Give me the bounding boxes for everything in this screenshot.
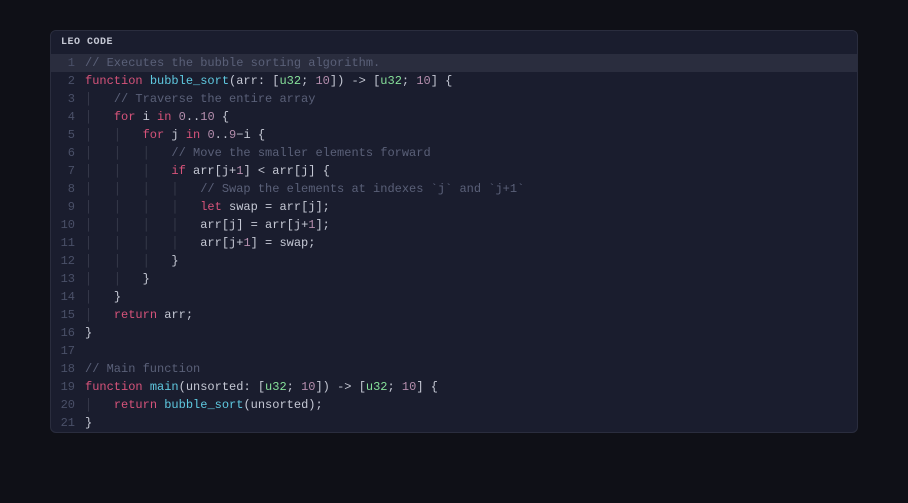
comment: // Swap the elements at indexes `j` and … xyxy=(200,182,524,196)
line-number: 1 xyxy=(51,54,85,72)
line-number: 18 xyxy=(51,360,85,378)
function-name: bubble_sort xyxy=(150,74,229,88)
type: u32 xyxy=(279,74,301,88)
line-number: 2 xyxy=(51,72,85,90)
comment: // Executes the bubble sorting algorithm… xyxy=(85,56,380,70)
code-line: 14 │ } xyxy=(51,288,857,306)
line-number: 4 xyxy=(51,108,85,126)
line-number: 11 xyxy=(51,234,85,252)
line-number: 16 xyxy=(51,324,85,342)
line-number: 5 xyxy=(51,126,85,144)
code-block: 1 // Executes the bubble sorting algorit… xyxy=(51,54,857,432)
line-number: 3 xyxy=(51,90,85,108)
code-line: 11 │ │ │ │ arr[j+1] = swap; xyxy=(51,234,857,252)
code-line: 3 │ // Traverse the entire array xyxy=(51,90,857,108)
comment: // Move the smaller elements forward xyxy=(171,146,430,160)
line-number: 13 xyxy=(51,270,85,288)
code-line: 19 function main(unsorted: [u32; 10]) ->… xyxy=(51,378,857,396)
line-number: 17 xyxy=(51,342,85,360)
line-number: 21 xyxy=(51,414,85,432)
code-line: 20 │ return bubble_sort(unsorted); xyxy=(51,396,857,414)
code-line: 16 } xyxy=(51,324,857,342)
line-number: 9 xyxy=(51,198,85,216)
code-line: 6 │ │ │ // Move the smaller elements for… xyxy=(51,144,857,162)
comment: // Main function xyxy=(85,362,200,376)
line-number: 8 xyxy=(51,180,85,198)
line-number: 15 xyxy=(51,306,85,324)
line-number: 19 xyxy=(51,378,85,396)
code-line: 10 │ │ │ │ arr[j] = arr[j+1]; xyxy=(51,216,857,234)
line-number: 14 xyxy=(51,288,85,306)
comment: // Traverse the entire array xyxy=(114,92,316,106)
code-line: 8 │ │ │ │ // Swap the elements at indexe… xyxy=(51,180,857,198)
code-line: 2 function bubble_sort(arr: [u32; 10]) -… xyxy=(51,72,857,90)
line-number: 12 xyxy=(51,252,85,270)
code-panel: LEO CODE 1 // Executes the bubble sortin… xyxy=(50,30,858,433)
function-name: main xyxy=(150,380,179,394)
code-line: 5 │ │ for j in 0..9−i { xyxy=(51,126,857,144)
code-line: 4 │ for i in 0..10 { xyxy=(51,108,857,126)
line-number: 20 xyxy=(51,396,85,414)
code-line: 13 │ │ } xyxy=(51,270,857,288)
panel-title: LEO CODE xyxy=(51,31,857,54)
code-line: 18 // Main function xyxy=(51,360,857,378)
code-line: 1 // Executes the bubble sorting algorit… xyxy=(51,54,857,72)
line-number: 6 xyxy=(51,144,85,162)
code-line: 17 xyxy=(51,342,857,360)
line-number: 10 xyxy=(51,216,85,234)
code-line: 7 │ │ │ if arr[j+1] < arr[j] { xyxy=(51,162,857,180)
code-line: 15 │ return arr; xyxy=(51,306,857,324)
code-line: 12 │ │ │ } xyxy=(51,252,857,270)
code-line: 21 } xyxy=(51,414,857,432)
keyword: function xyxy=(85,74,143,88)
code-line: 9 │ │ │ │ let swap = arr[j]; xyxy=(51,198,857,216)
line-number: 7 xyxy=(51,162,85,180)
